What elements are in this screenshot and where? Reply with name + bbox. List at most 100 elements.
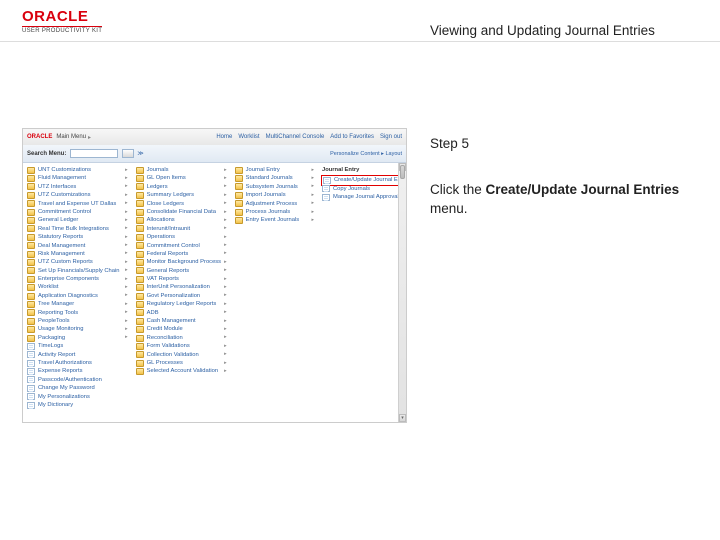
menu-folder[interactable]: Set Up Financials/Supply Chain▸	[27, 267, 128, 275]
personalize-crumb[interactable]: Personalize Content ▸ Layout	[330, 151, 402, 157]
chevron-right-icon: ▸	[125, 225, 128, 232]
menu-folder[interactable]: Deal Management▸	[27, 242, 128, 250]
brand-logo: ORACLE USER PRODUCTIVITY KIT	[22, 8, 102, 34]
menu-folder[interactable]: Packaging▸	[27, 334, 128, 342]
menu-folder[interactable]: UTZ Custom Reports▸	[27, 258, 128, 266]
search-button[interactable]	[122, 149, 134, 158]
folder-icon	[136, 225, 144, 232]
menu-folder[interactable]: Usage Monitoring▸	[27, 325, 128, 333]
nav-signout[interactable]: Sign out	[380, 134, 402, 140]
page-icon	[27, 385, 35, 392]
chevron-right-icon: ▸	[224, 225, 227, 232]
menu-folder[interactable]: Credit Module▸	[136, 325, 227, 333]
menu-folder[interactable]: Cash Management▸	[136, 317, 227, 325]
menu-folder[interactable]: General Reports▸	[136, 267, 227, 275]
menu-folder[interactable]: Interunit/Intraunit▸	[136, 225, 227, 233]
folder-icon	[136, 183, 144, 190]
menu-folder[interactable]: VAT Reports▸	[136, 275, 227, 283]
menu-folder[interactable]: UTZ Interfaces▸	[27, 183, 128, 191]
menu-folder[interactable]: General Ledger▸	[27, 216, 128, 224]
nav-home[interactable]: Home	[216, 134, 232, 140]
menu-folder[interactable]: Tree Manager▸	[27, 300, 128, 308]
menu-page[interactable]: Copy Journals	[322, 185, 402, 193]
menu-folder[interactable]: Application Diagnostics▸	[27, 292, 128, 300]
search-input[interactable]	[70, 149, 118, 158]
menu-folder[interactable]: Consolidate Financial Data▸	[136, 208, 227, 216]
menu-folder[interactable]: Collection Validation▸	[136, 351, 227, 359]
menu-folder[interactable]: Adjustment Process▸	[235, 200, 314, 208]
menu-item-label: UTZ Customizations	[38, 191, 91, 199]
menu-folder[interactable]: Close Ledgers▸	[136, 200, 227, 208]
menu-folder[interactable]: InterUnit Personalization▸	[136, 283, 227, 291]
menu-item-label: Federal Reports	[147, 250, 189, 258]
menu-page[interactable]: My Dictionary	[27, 401, 128, 409]
menu-folder[interactable]: Process Journals ▸	[235, 208, 314, 216]
menu-item-label: Change My Password	[38, 384, 95, 392]
folder-icon	[27, 192, 35, 199]
folder-icon	[136, 259, 144, 266]
menu-folder[interactable]: Real Time Bulk Integrations▸	[27, 225, 128, 233]
menu-item-label: Journal Entry	[246, 166, 280, 174]
menu-folder[interactable]: Statutory Reports▸	[27, 233, 128, 241]
menu-folder[interactable]: Commitment Control▸	[27, 208, 128, 216]
menu-folder[interactable]: UTZ Customizations▸	[27, 191, 128, 199]
menu-folder[interactable]: Fluid Management▸	[27, 174, 128, 182]
menu-page[interactable]: Activity Report	[27, 351, 128, 359]
menu-folder[interactable]: ADB▸	[136, 309, 227, 317]
menu-page[interactable]: Expense Reports	[27, 367, 128, 375]
menu-folder[interactable]: GL Open Items▸	[136, 174, 227, 182]
menu-page[interactable]: My Personalizations	[27, 393, 128, 401]
menu-folder[interactable]: Journals▸	[136, 166, 227, 174]
nav-console[interactable]: MultiChannel Console	[266, 134, 325, 140]
menu-page[interactable]: Manage Journal Approval	[322, 193, 402, 201]
menu-item-label: TimeLogs	[38, 342, 63, 350]
search-label: Search Menu:	[27, 151, 66, 157]
menu-page[interactable]: TimeLogs	[27, 342, 128, 350]
menu-folder[interactable]: UNT Customizations▸	[27, 166, 128, 174]
menu-folder[interactable]: Standard Journals▸	[235, 174, 314, 182]
menu-folder[interactable]: Regulatory Ledger Reports▸	[136, 300, 227, 308]
menu-folder[interactable]: Ledgers▸	[136, 183, 227, 191]
menu-item-label: Regulatory Ledger Reports	[147, 300, 217, 308]
menu-folder[interactable]: Import Journals▸	[235, 191, 314, 199]
advanced-search-icon[interactable]: ≫	[137, 150, 143, 157]
menu-folder[interactable]: Allocations▸	[136, 216, 227, 224]
scroll-down-icon[interactable]: ▾	[399, 414, 406, 422]
menu-page[interactable]: Travel Authorizations	[27, 359, 128, 367]
page-icon	[27, 351, 35, 358]
folder-icon	[27, 242, 35, 249]
menu-folder[interactable]: Selected Account Validation▸	[136, 367, 227, 375]
menu-folder[interactable]: Summary Ledgers▸	[136, 191, 227, 199]
menu-folder[interactable]: Enterprise Components▸	[27, 275, 128, 283]
menu-page[interactable]: Passcode/Authentication	[27, 376, 128, 384]
menu-folder[interactable]: Operations▸	[136, 233, 227, 241]
nav-favorites[interactable]: Add to Favorites	[330, 134, 374, 140]
menu-folder[interactable]: Risk Management▸	[27, 250, 128, 258]
menu-folder[interactable]: Form Validations▸	[136, 342, 227, 350]
menu-item-label: Process Journals	[246, 208, 290, 216]
folder-icon	[27, 335, 35, 342]
scrollbar[interactable]: ▴ ▾	[398, 163, 406, 422]
menu-folder[interactable]: Govt Personalization▸	[136, 292, 227, 300]
menu-folder[interactable]: Monitor Background Process▸	[136, 258, 227, 266]
menu-folder[interactable]: Travel and Expense UT Dallas▸	[27, 200, 128, 208]
folder-icon	[27, 225, 35, 232]
menu-folder[interactable]: GL Processes▸	[136, 359, 227, 367]
nav-worklist[interactable]: Worklist	[238, 134, 259, 140]
folder-icon	[136, 360, 144, 367]
menu-page[interactable]: Change My Password	[27, 384, 128, 392]
menu-folder[interactable]: Reporting Tools▸	[27, 309, 128, 317]
folder-icon	[27, 183, 35, 190]
menu-item-label: Journals	[147, 166, 169, 174]
menu-folder[interactable]: Journal Entry▸	[235, 166, 314, 174]
menu-folder[interactable]: Worklist▸	[27, 283, 128, 291]
menu-folder[interactable]: PeopleTools▸	[27, 317, 128, 325]
menu-folder[interactable]: Commitment Control▸	[136, 242, 227, 250]
menu-folder[interactable]: Federal Reports▸	[136, 250, 227, 258]
chevron-right-icon: ▸	[125, 242, 128, 249]
scroll-thumb[interactable]	[400, 165, 405, 179]
menu-folder[interactable]: Subsystem Journals▸	[235, 183, 314, 191]
chevron-right-icon: ▸	[311, 209, 314, 216]
menu-folder[interactable]: Reconciliation▸	[136, 334, 227, 342]
menu-folder[interactable]: Entry Event Journals▸	[235, 216, 314, 224]
